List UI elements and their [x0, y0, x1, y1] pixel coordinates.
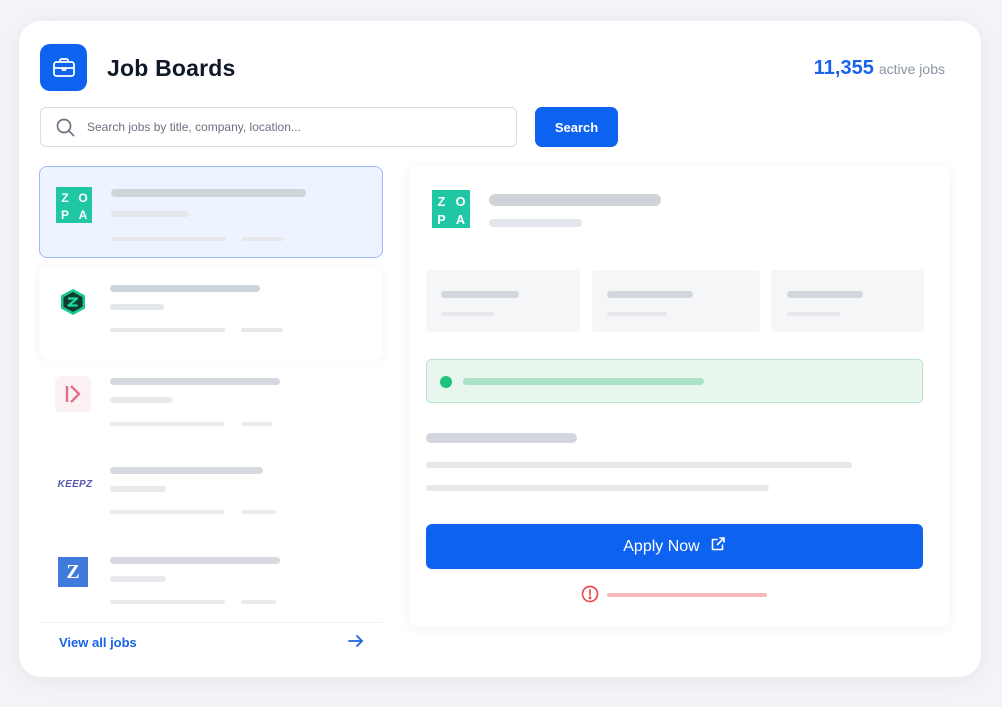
zopa-logo: Z O P A	[432, 190, 470, 228]
job-title-placeholder	[110, 378, 280, 385]
job-title-placeholder	[110, 285, 260, 292]
zopa-letter-a: A	[79, 208, 88, 222]
active-jobs-count: 11,355 active jobs	[814, 57, 945, 80]
zopa-letter-p: P	[437, 213, 446, 227]
detail-company-placeholder	[489, 219, 582, 227]
meta-placeholder	[241, 422, 273, 426]
status-dot-icon	[440, 376, 452, 388]
keepz-logo: KEEPZ	[55, 466, 95, 502]
meta-placeholder	[110, 510, 225, 514]
zopa-letter-p: P	[61, 208, 69, 222]
description-line-placeholder	[426, 462, 852, 468]
hexagon-logo	[55, 284, 91, 320]
description-line-placeholder	[426, 485, 769, 491]
zopa-letter-z: Z	[61, 191, 68, 205]
zopa-logo: Z O P A	[56, 187, 92, 223]
company-placeholder	[110, 486, 166, 492]
stat-box	[426, 270, 580, 332]
page-title: Job Boards	[107, 55, 236, 81]
zopa-letter-o: O	[456, 195, 466, 209]
detail-title-placeholder	[489, 194, 661, 206]
zopa-letter-o: O	[78, 191, 87, 205]
company-placeholder	[110, 304, 164, 310]
job-title-placeholder	[110, 557, 280, 564]
stat-label-placeholder	[441, 312, 494, 316]
stat-value-placeholder	[607, 291, 693, 298]
job-title-placeholder	[111, 189, 306, 197]
search-button[interactable]: Search	[535, 107, 618, 147]
meta-placeholder	[111, 237, 226, 241]
keepz-logo-text: KEEPZ	[57, 478, 93, 490]
search-box[interactable]	[40, 107, 517, 147]
z-logo: Z	[55, 554, 91, 590]
job-boards-card: Job Boards 11,355 active jobs Search Z O…	[19, 21, 981, 677]
chevron-logo	[55, 376, 91, 412]
zopa-letter-a: A	[456, 213, 465, 227]
job-detail-panel: Z O P A Apply Now	[409, 166, 949, 626]
job-list-item[interactable]: Z	[39, 540, 383, 632]
job-list-item[interactable]: KEEPZ	[39, 450, 383, 542]
zopa-letter-z: Z	[438, 195, 446, 209]
briefcase-icon	[40, 44, 87, 91]
meta-placeholder	[110, 328, 225, 332]
job-list-item[interactable]	[39, 266, 383, 358]
stat-value-placeholder	[441, 291, 519, 298]
stat-box	[771, 270, 924, 332]
meta-placeholder	[241, 328, 283, 332]
company-placeholder	[110, 576, 166, 582]
stat-label-placeholder	[607, 312, 667, 316]
z-logo-letter: Z	[66, 560, 80, 583]
meta-placeholder	[241, 510, 276, 514]
job-list-item[interactable]: Z O P A	[39, 166, 383, 258]
list-divider	[39, 622, 383, 623]
active-jobs-number: 11,355	[813, 57, 874, 79]
apply-now-label: Apply Now	[623, 537, 700, 555]
meta-placeholder	[242, 237, 284, 241]
search-input[interactable]	[87, 108, 507, 146]
stat-value-placeholder	[787, 291, 863, 298]
view-all-jobs-link[interactable]: View all jobs	[59, 635, 137, 650]
job-list-item[interactable]	[39, 358, 383, 450]
stat-box	[592, 270, 760, 332]
search-icon	[56, 118, 75, 142]
warning-text-placeholder	[607, 593, 767, 597]
company-placeholder	[111, 211, 189, 217]
active-jobs-label: active jobs	[878, 61, 945, 77]
status-text-placeholder	[463, 378, 704, 385]
status-banner	[426, 359, 923, 403]
stat-label-placeholder	[787, 312, 840, 316]
external-link-icon	[710, 536, 726, 557]
arrow-right-icon[interactable]	[347, 633, 365, 654]
section-heading-placeholder	[426, 433, 577, 443]
apply-now-button[interactable]: Apply Now	[426, 524, 923, 569]
meta-placeholder	[241, 600, 276, 604]
meta-placeholder	[110, 422, 225, 426]
job-title-placeholder	[110, 467, 263, 474]
company-placeholder	[110, 397, 173, 403]
meta-placeholder	[110, 600, 225, 604]
alert-circle-icon	[581, 585, 599, 608]
